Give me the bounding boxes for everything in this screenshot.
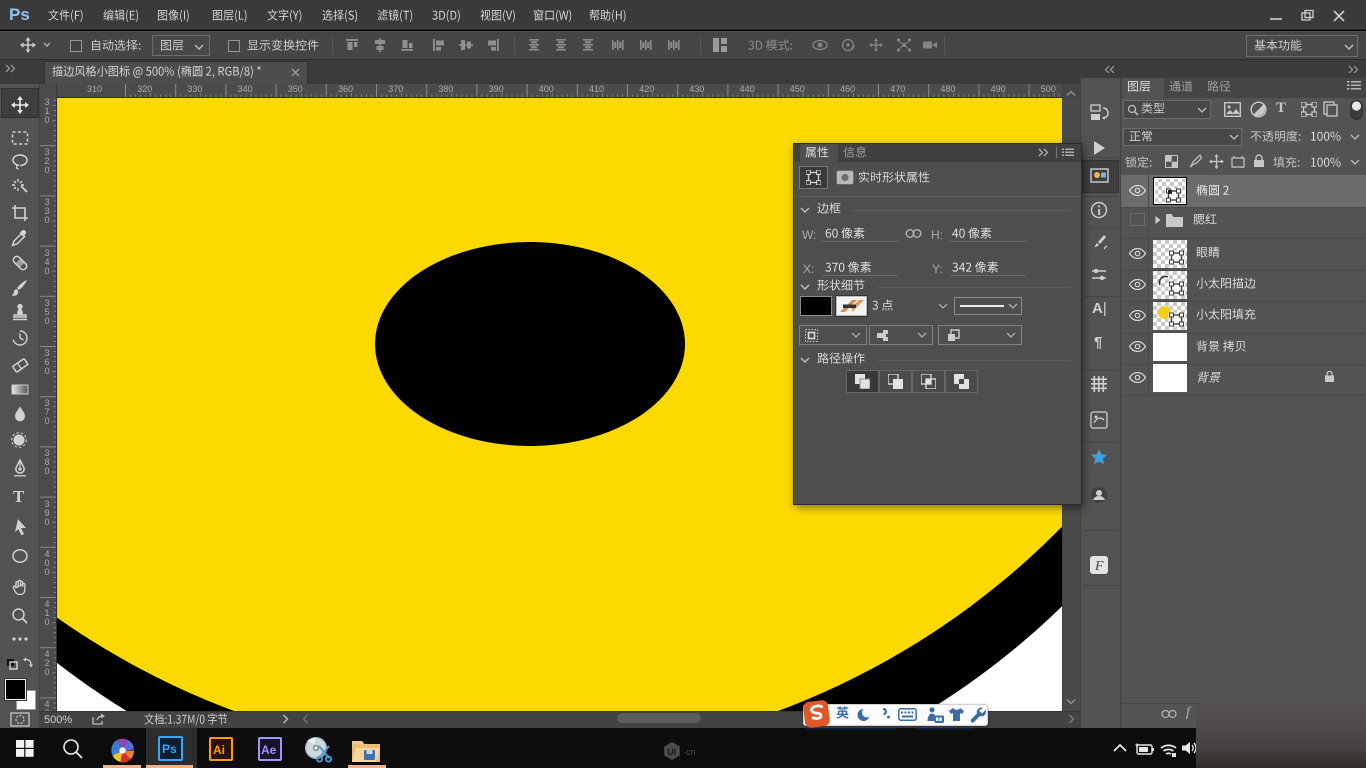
svg-text:UI: UI — [667, 747, 676, 757]
svg-text:·cn: ·cn — [683, 747, 696, 757]
svg-text:F: F — [1094, 559, 1104, 574]
